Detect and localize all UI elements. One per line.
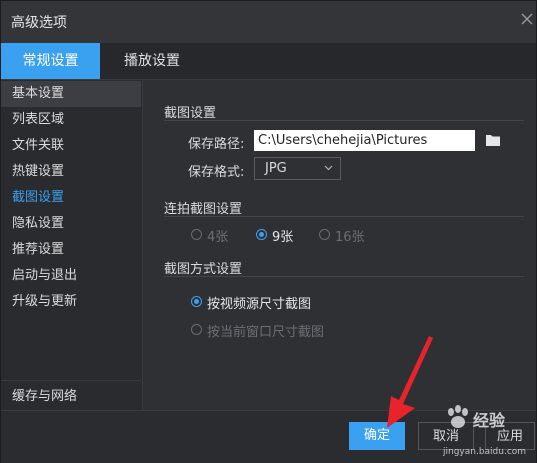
radio-label: 16张	[335, 230, 365, 245]
burst-option-4[interactable]: 4张	[191, 226, 231, 245]
dialog-footer: 确定 取消 应用	[1, 410, 536, 463]
dialog-title: 高级选项	[11, 15, 67, 31]
section-title-capture-mode: 截图方式设置	[164, 262, 243, 277]
section-title-burst: 连拍截图设置	[164, 202, 243, 217]
settings-content: 截图设置 保存路径: 保存格式: JPG 连拍截图设置 4张 9张 16张	[143, 80, 536, 410]
settings-sidebar: 基本设置 列表区域 文件关联 热键设置 截图设置 隐私设置 推荐设置 启动与退出…	[1, 80, 143, 410]
sidebar-item-startup-exit[interactable]: 启动与退出	[1, 263, 141, 289]
sidebar-item-list-area[interactable]: 列表区域	[1, 107, 141, 133]
section-divider	[164, 216, 524, 217]
sidebar-item-privacy[interactable]: 隐私设置	[1, 211, 141, 237]
radio-button	[191, 324, 202, 335]
folder-icon[interactable]	[486, 134, 500, 146]
sidebar-divider	[1, 380, 141, 381]
radio-button	[191, 229, 202, 240]
section-title-screenshot: 截图设置	[164, 106, 217, 121]
sidebar-item-cache-network[interactable]: 缓存与网络	[1, 384, 141, 410]
advanced-options-dialog: 高级选项 常规设置 播放设置 基本设置 列表区域 文件关联 热键设置 截图设置 …	[0, 0, 537, 463]
burst-option-16[interactable]: 16张	[319, 226, 369, 245]
save-format-select[interactable]: JPG	[254, 157, 341, 180]
radio-label: 4张	[207, 230, 229, 245]
save-path-label: 保存路径:	[188, 137, 245, 152]
capture-by-video-source[interactable]: 按视频源尺寸截图	[191, 293, 331, 312]
save-format-value: JPG	[265, 161, 287, 176]
sidebar-item-basic[interactable]: 基本设置	[1, 81, 141, 107]
capture-by-window-size[interactable]: 按当前窗口尺寸截图	[191, 321, 341, 340]
section-divider	[164, 120, 524, 121]
chevron-down-icon	[324, 165, 333, 171]
close-icon[interactable]	[520, 12, 534, 26]
sidebar-item-screenshot[interactable]: 截图设置	[1, 185, 141, 211]
section-divider	[164, 276, 524, 277]
sidebar-item-hotkeys[interactable]: 热键设置	[1, 159, 141, 185]
radio-button-selected	[191, 296, 202, 307]
radio-label: 9张	[272, 230, 294, 245]
tab-bar: 常规设置 播放设置	[1, 43, 536, 80]
tab-playback-settings[interactable]: 播放设置	[107, 43, 197, 79]
tab-general-settings[interactable]: 常规设置	[1, 43, 100, 79]
radio-label: 按视频源尺寸截图	[207, 297, 312, 312]
radio-button	[319, 229, 330, 240]
title-bar: 高级选项	[1, 1, 536, 43]
burst-option-9[interactable]: 9张	[256, 226, 296, 245]
radio-button-selected	[256, 229, 267, 240]
sidebar-item-recommendation[interactable]: 推荐设置	[1, 237, 141, 263]
save-path-input[interactable]	[254, 130, 475, 151]
sidebar-item-file-association[interactable]: 文件关联	[1, 133, 141, 159]
radio-label: 按当前窗口尺寸截图	[207, 325, 325, 340]
ok-button[interactable]: 确定	[349, 422, 405, 450]
save-format-label: 保存格式:	[188, 165, 245, 180]
sidebar-item-upgrade-update[interactable]: 升级与更新	[1, 289, 141, 315]
apply-button[interactable]: 应用	[485, 422, 535, 450]
cancel-button[interactable]: 取消	[418, 422, 474, 450]
